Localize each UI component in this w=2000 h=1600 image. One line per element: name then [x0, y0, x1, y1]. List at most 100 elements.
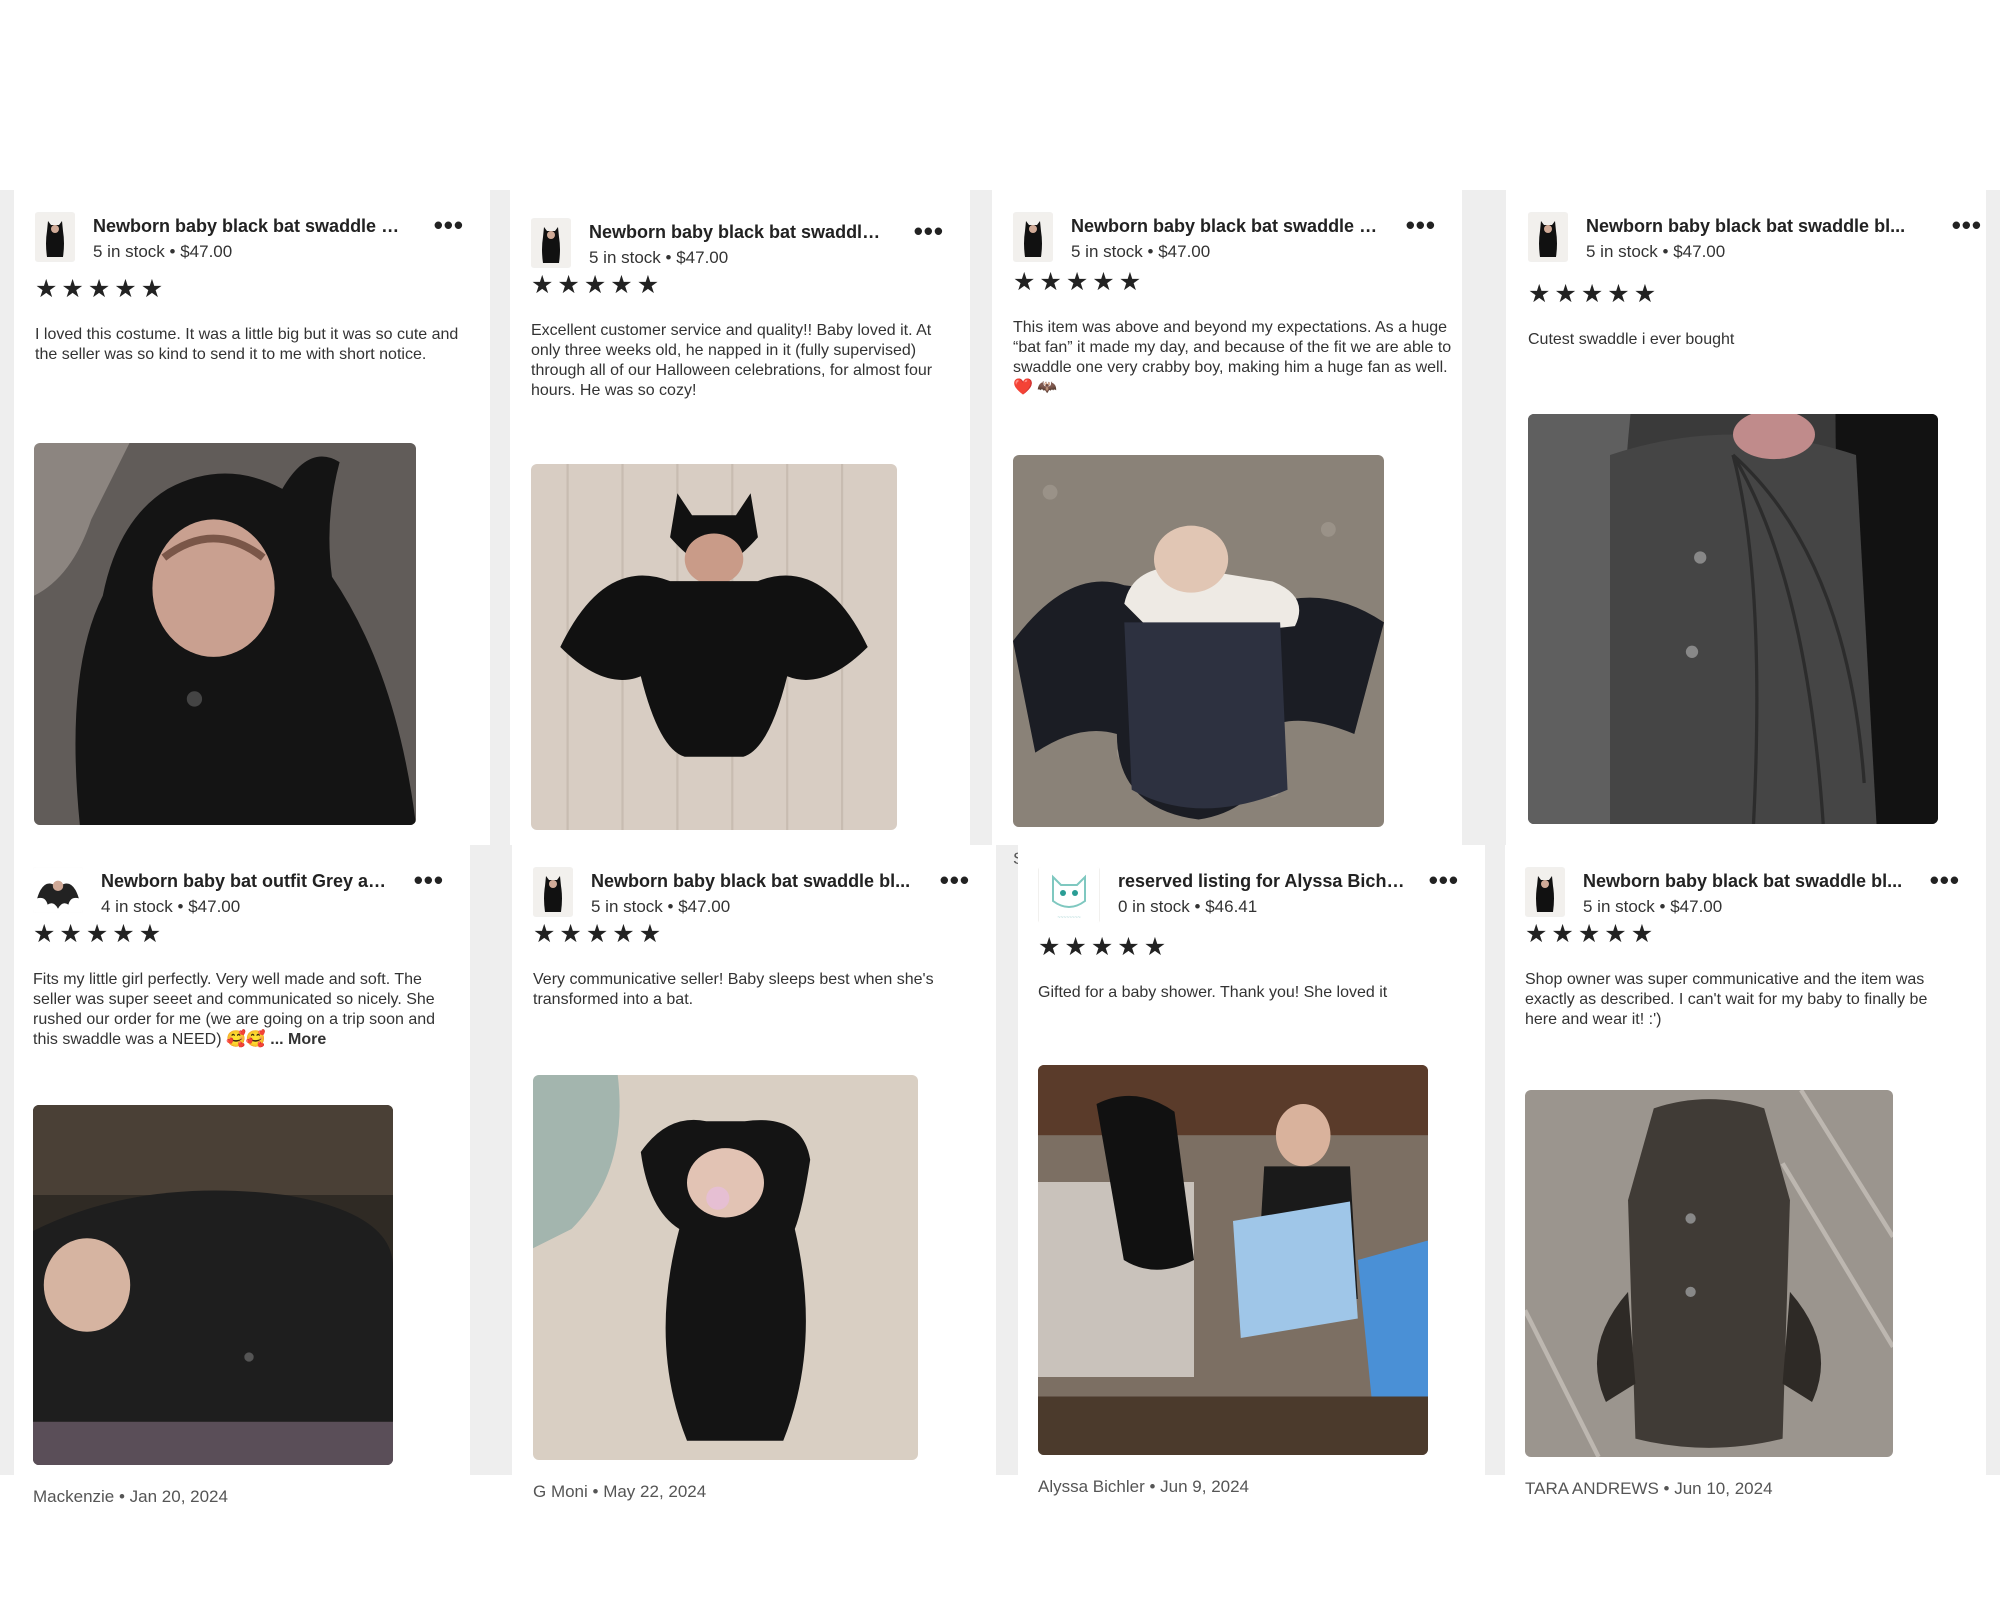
review-body: This item was above and beyond my expect…: [1013, 319, 1452, 396]
star-icon: ★: [61, 275, 84, 303]
listing-title[interactable]: Newborn baby black bat swaddle bl...: [1586, 216, 1906, 237]
star-rating: ★ ★ ★ ★ ★: [1528, 282, 1656, 307]
listing-thumbnail[interactable]: [1528, 212, 1568, 262]
more-options-icon[interactable]: •••: [914, 218, 944, 244]
review-photo[interactable]: [1013, 455, 1384, 827]
listing-stock-price: 5 in stock • $47.00: [589, 248, 729, 267]
listing-thumbnail[interactable]: [531, 218, 571, 268]
listing-title[interactable]: Newborn baby black bat swaddle bl...: [1071, 216, 1382, 237]
divider: [1462, 190, 1506, 845]
listing-title[interactable]: Newborn baby black bat swaddle bl...: [93, 216, 410, 237]
star-icon: ★: [1554, 280, 1577, 308]
review-card: Newborn baby black bat swaddle bl... 5 in…: [510, 196, 970, 871]
listing-thumbnail[interactable]: [533, 867, 573, 917]
review-photo[interactable]: [1038, 1065, 1428, 1455]
listing-thumbnail[interactable]: [33, 867, 83, 913]
review-text: Gifted for a baby shower. Thank you! She…: [1038, 983, 1473, 1003]
star-icon: ★: [557, 271, 580, 299]
listing-thumbnail[interactable]: ~~~~~~~~: [1038, 867, 1100, 923]
listing-stock-price: 5 in stock • $47.00: [1583, 897, 1723, 916]
svg-text:~~~~~~~~: ~~~~~~~~: [1057, 915, 1080, 921]
divider: [996, 845, 1018, 1475]
review-body: Cutest swaddle i ever bought: [1528, 331, 1735, 348]
star-icon: ★: [531, 271, 554, 299]
star-icon: ★: [112, 920, 135, 948]
review-card: Newborn baby black bat swaddle bl... 5 in…: [1506, 190, 1986, 865]
review-photo[interactable]: [1525, 1090, 1893, 1457]
review-photo[interactable]: [533, 1075, 918, 1460]
more-options-icon[interactable]: •••: [1406, 212, 1436, 238]
review-photo[interactable]: [33, 1105, 393, 1465]
star-icon: ★: [1577, 920, 1601, 948]
review-card: Newborn baby black bat swaddle bl... 5 in…: [14, 190, 490, 866]
divider: [1485, 845, 1505, 1475]
listing-stock-price: 5 in stock • $47.00: [1586, 242, 1726, 261]
more-options-icon[interactable]: •••: [940, 867, 970, 893]
star-icon: ★: [1092, 268, 1115, 296]
star-rating: ★ ★ ★ ★ ★: [35, 277, 163, 302]
star-icon: ★: [1039, 268, 1062, 296]
more-options-icon[interactable]: •••: [1930, 867, 1960, 893]
more-options-icon[interactable]: •••: [414, 867, 444, 893]
review-body: I loved this costume. It was a little bi…: [35, 326, 459, 363]
star-icon: ★: [1013, 268, 1036, 296]
star-icon: ★: [138, 920, 162, 948]
review-body: Excellent customer service and quality!!…: [531, 322, 933, 399]
listing-thumbnail[interactable]: [1525, 867, 1565, 917]
star-icon: ★: [1607, 280, 1630, 308]
reviewer-name-date: Alyssa Bichler • Jun 9, 2024: [1038, 1477, 1250, 1496]
reviewer-name-date: TARA ANDREWS • Jun 10, 2024: [1525, 1479, 1773, 1498]
star-icon: ★: [638, 920, 662, 948]
star-rating: ★ ★ ★ ★ ★: [1013, 270, 1141, 295]
star-rating: ★ ★ ★ ★ ★: [531, 273, 659, 298]
listing-title[interactable]: reserved listing for Alyssa Bichler: [1118, 871, 1405, 892]
star-rating: ★ ★ ★ ★ ★: [1525, 922, 1653, 947]
star-icon: ★: [59, 920, 82, 948]
star-rating: ★ ★ ★ ★ ★: [533, 922, 661, 947]
star-icon: ★: [636, 271, 660, 299]
review-body: Gifted for a baby shower. Thank you! She…: [1038, 984, 1388, 1001]
listing-title[interactable]: Newborn baby black bat swaddle bl...: [589, 222, 890, 243]
star-icon: ★: [1118, 268, 1142, 296]
more-options-icon[interactable]: •••: [1429, 867, 1459, 893]
star-icon: ★: [1528, 280, 1551, 308]
review-photo[interactable]: [34, 443, 416, 825]
review-text: Shop owner was super communicative and t…: [1525, 970, 1955, 1030]
divider: [470, 845, 512, 1475]
reviewer-name-date: Mackenzie • Jan 20, 2024: [33, 1487, 228, 1506]
listing-thumbnail[interactable]: [35, 212, 75, 262]
star-icon: ★: [1551, 920, 1574, 948]
more-options-icon[interactable]: •••: [1952, 212, 1982, 238]
review-body: Very communicative seller! Baby sleeps b…: [533, 971, 934, 1008]
star-icon: ★: [610, 271, 633, 299]
divider: [1986, 190, 2000, 1475]
star-icon: ★: [585, 920, 609, 948]
star-icon: ★: [114, 275, 137, 303]
review-photo[interactable]: [531, 464, 897, 830]
star-icon: ★: [1630, 920, 1654, 948]
listing-title[interactable]: Newborn baby black bat swaddle bl...: [1583, 871, 1906, 892]
read-more-link[interactable]: ... More: [270, 1031, 326, 1048]
star-rating: ★ ★ ★ ★ ★: [33, 922, 161, 947]
listing-stock-price: 4 in stock • $47.00: [101, 897, 241, 916]
star-icon: ★: [533, 920, 556, 948]
star-icon: ★: [559, 920, 582, 948]
star-icon: ★: [1065, 268, 1089, 296]
review-text: I loved this costume. It was a little bi…: [35, 325, 477, 365]
review-photo[interactable]: [1528, 414, 1938, 824]
star-icon: ★: [33, 920, 56, 948]
more-options-icon[interactable]: •••: [434, 212, 464, 238]
listing-title[interactable]: Newborn baby bat outfit Grey and bl...: [101, 871, 390, 892]
divider: [0, 190, 14, 1475]
listing-stock-price: 5 in stock • $47.00: [591, 897, 731, 916]
star-icon: ★: [583, 271, 607, 299]
listing-thumbnail[interactable]: [1013, 212, 1053, 262]
star-icon: ★: [140, 275, 164, 303]
divider: [490, 190, 510, 845]
review-text: Very communicative seller! Baby sleeps b…: [533, 970, 973, 1010]
listing-title[interactable]: Newborn baby black bat swaddle bl...: [591, 871, 916, 892]
star-icon: ★: [85, 920, 109, 948]
review-card: Newborn baby black bat swaddle bl... 5 in…: [992, 190, 1462, 868]
star-icon: ★: [1525, 920, 1548, 948]
star-icon: ★: [87, 275, 111, 303]
